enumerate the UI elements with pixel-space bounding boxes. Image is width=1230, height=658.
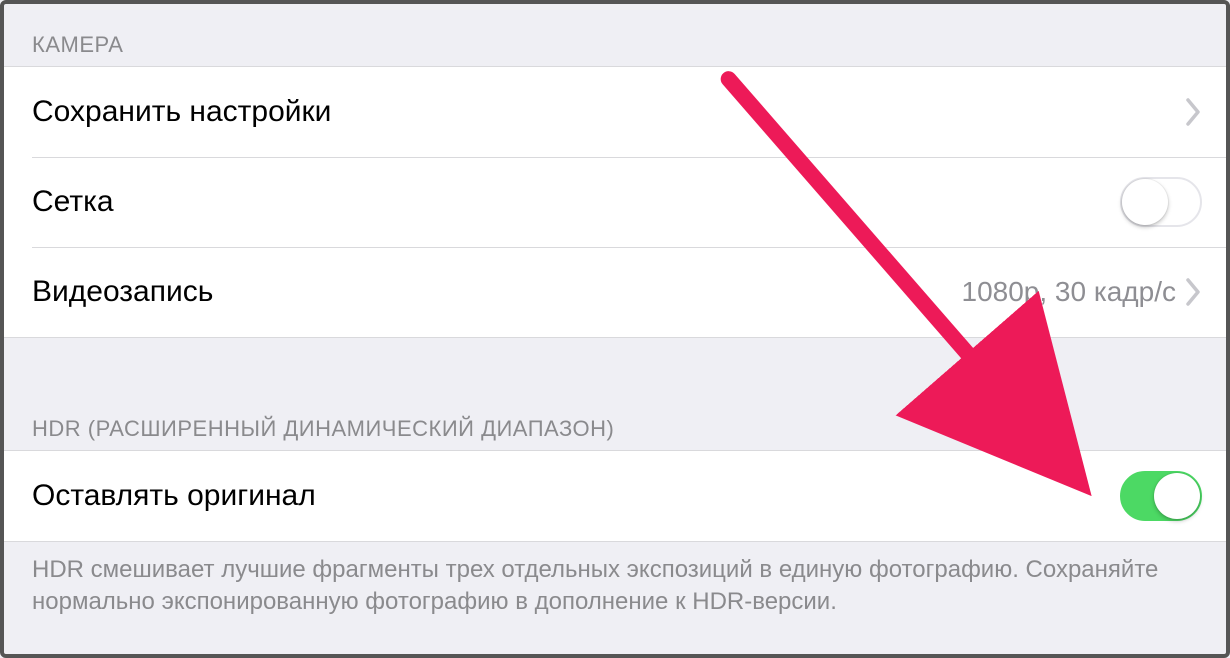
row-keep-original[interactable]: Оставлять оригинал: [4, 451, 1226, 541]
row-video-recording-label: Видеозапись: [32, 275, 962, 309]
row-save-settings-label: Сохранить настройки: [32, 95, 1186, 129]
switch-grid[interactable]: [1120, 177, 1202, 227]
row-grid-label: Сетка: [32, 185, 1120, 219]
row-save-settings[interactable]: Сохранить настройки: [4, 67, 1226, 157]
row-video-recording-value: 1080p, 30 кадр/с: [962, 276, 1176, 308]
row-keep-original-label: Оставлять оригинал: [32, 479, 1120, 513]
chevron-right-icon: [1186, 98, 1202, 126]
section-header-hdr: HDR (РАСШИРЕННЫЙ ДИНАМИЧЕСКИЙ ДИАПАЗОН): [4, 398, 1226, 450]
section-header-camera: КАМЕРА: [4, 14, 1226, 66]
camera-group: Сохранить настройки Сетка Видеозапись 10…: [4, 66, 1226, 338]
chevron-right-icon: [1186, 278, 1202, 306]
hdr-group: Оставлять оригинал: [4, 450, 1226, 542]
row-video-recording[interactable]: Видеозапись 1080p, 30 кадр/с: [4, 247, 1226, 337]
row-grid[interactable]: Сетка: [4, 157, 1226, 247]
section-footer-hdr: HDR смешивает лучшие фрагменты трех отде…: [4, 542, 1226, 637]
switch-keep-original[interactable]: [1120, 471, 1202, 521]
